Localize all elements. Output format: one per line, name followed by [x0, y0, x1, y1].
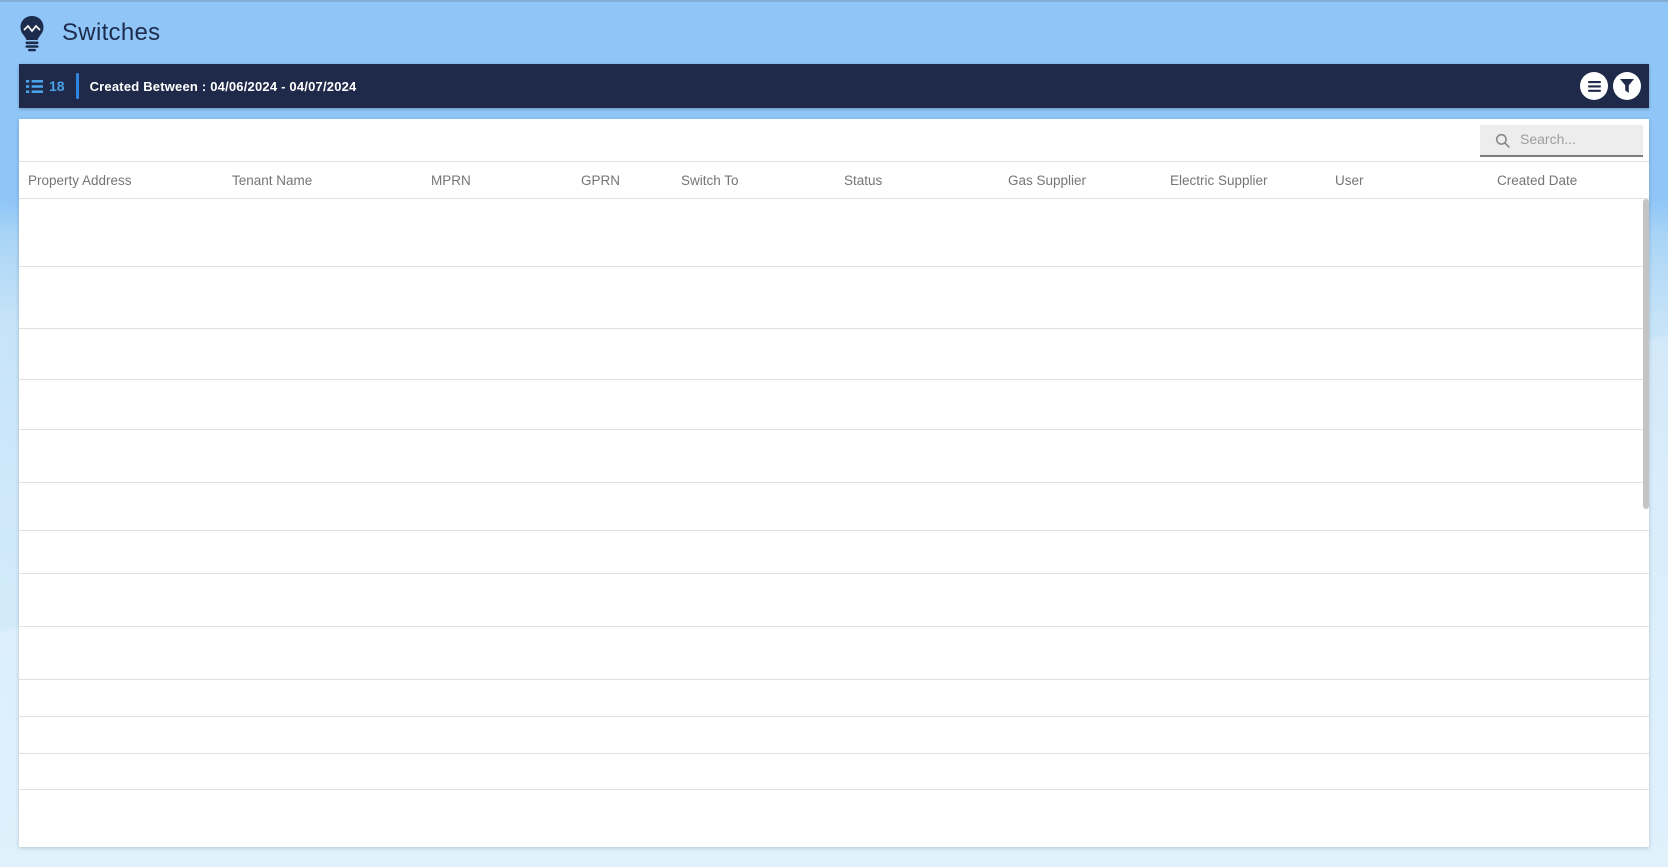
- table-body: [19, 199, 1649, 847]
- table-row[interactable]: [19, 199, 1649, 267]
- column-header-switch-to[interactable]: Switch To: [681, 162, 739, 198]
- table-row[interactable]: [19, 483, 1649, 531]
- filter-icon: [1620, 79, 1634, 93]
- table-row[interactable]: [19, 574, 1649, 627]
- column-header-tenant-name[interactable]: Tenant Name: [232, 162, 312, 198]
- search-row: [19, 119, 1649, 161]
- table-row[interactable]: [19, 430, 1649, 483]
- column-header-status[interactable]: Status: [844, 162, 882, 198]
- toolbar: 18 Created Between : 04/06/2024 - 04/07/…: [19, 64, 1649, 108]
- filter-button[interactable]: [1613, 72, 1641, 100]
- column-header-gas-supplier[interactable]: Gas Supplier: [1008, 162, 1086, 198]
- table-row[interactable]: [19, 531, 1649, 574]
- toolbar-actions: [1580, 72, 1641, 100]
- column-header-property-address[interactable]: Property Address: [28, 162, 132, 198]
- record-count-group: 18: [26, 78, 65, 94]
- table-row[interactable]: [19, 329, 1649, 380]
- menu-button[interactable]: [1580, 72, 1608, 100]
- lightbulb-icon: [19, 15, 45, 53]
- content-panel: Property Address Tenant Name MPRN GPRN S…: [19, 119, 1649, 847]
- table-row[interactable]: [19, 680, 1649, 717]
- search-icon: [1495, 133, 1511, 149]
- record-count: 18: [49, 78, 65, 94]
- table-header: Property Address Tenant Name MPRN GPRN S…: [19, 161, 1649, 199]
- titlebar: Switches: [0, 2, 1668, 64]
- table-row[interactable]: [19, 790, 1649, 847]
- column-header-gprn[interactable]: GPRN: [581, 162, 620, 198]
- column-header-user[interactable]: User: [1335, 162, 1364, 198]
- scrollbar-thumb[interactable]: [1643, 199, 1649, 509]
- column-header-mprn[interactable]: MPRN: [431, 162, 471, 198]
- table-row[interactable]: [19, 754, 1649, 790]
- table-row[interactable]: [19, 380, 1649, 430]
- column-header-electric-supplier[interactable]: Electric Supplier: [1170, 162, 1268, 198]
- filter-summary: Created Between : 04/06/2024 - 04/07/202…: [90, 79, 357, 94]
- table-row[interactable]: [19, 267, 1649, 329]
- table-row[interactable]: [19, 717, 1649, 754]
- search-box: [1480, 125, 1643, 157]
- page-title: Switches: [62, 19, 160, 47]
- menu-icon: [1588, 81, 1601, 92]
- column-header-created-date[interactable]: Created Date: [1497, 162, 1577, 198]
- table-row[interactable]: [19, 627, 1649, 680]
- list-icon: [26, 79, 43, 94]
- toolbar-separator: [76, 73, 79, 99]
